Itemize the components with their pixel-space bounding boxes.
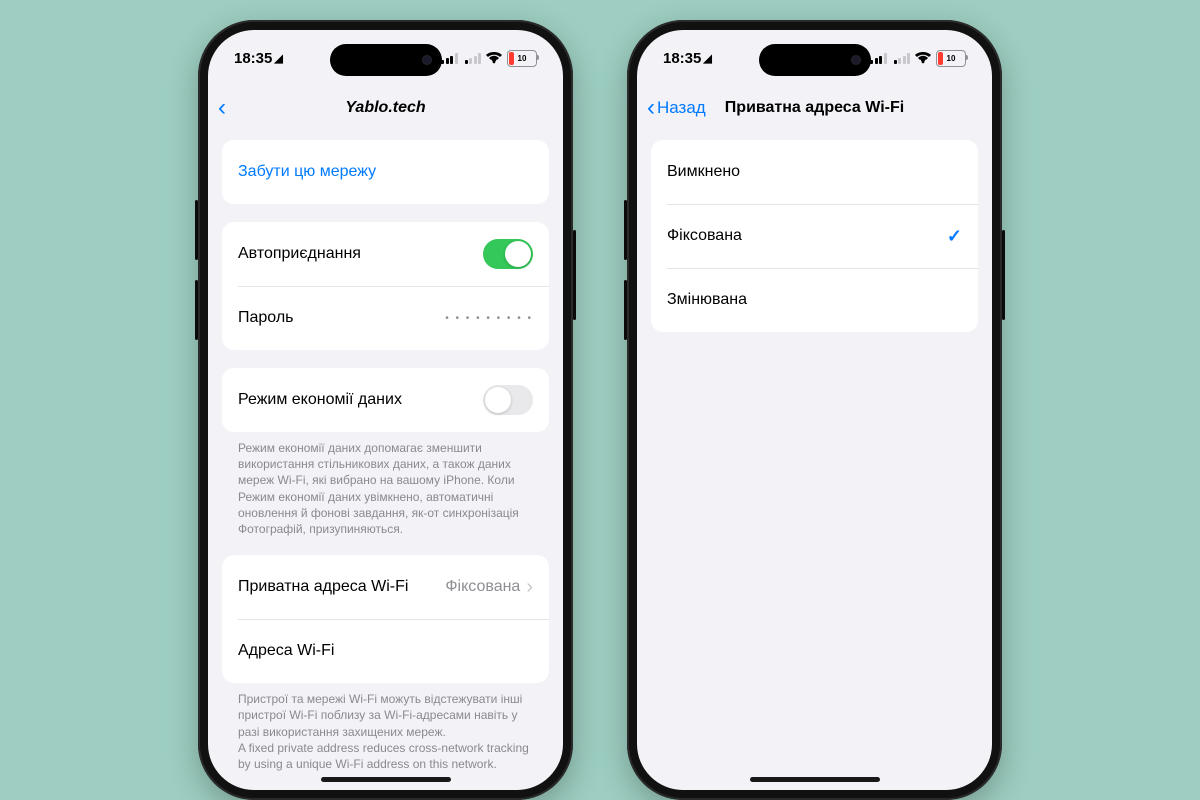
- forget-network-button[interactable]: Забути цю мережу: [222, 140, 549, 204]
- option-fixed-label: Фіксована: [667, 227, 742, 245]
- password-label: Пароль: [238, 309, 294, 327]
- battery-icon: 10: [507, 50, 537, 67]
- settings-content[interactable]: Забути цю мережу Автоприєднання Пароль •…: [208, 130, 563, 790]
- option-off[interactable]: Вимкнено: [651, 140, 978, 204]
- geo-icon: ◢: [274, 53, 282, 65]
- cellular-icon: [441, 53, 458, 64]
- wifi-address-row[interactable]: Адреса Wi-Fi: [222, 619, 549, 683]
- nav-bar: ‹Назад Приватна адреса Wi-Fi: [637, 86, 992, 130]
- wifi-address-label: Адреса Wi-Fi: [238, 642, 334, 660]
- password-row[interactable]: Пароль • • • • • • • • •: [222, 286, 549, 350]
- group-lowdata: Режим економії даних: [222, 368, 549, 432]
- lowdata-toggle[interactable]: [483, 385, 533, 415]
- cellular2-icon: [894, 53, 911, 64]
- option-fixed[interactable]: Фіксована ✓: [651, 204, 978, 268]
- checkmark-icon: ✓: [947, 226, 962, 247]
- wifi-icon: [915, 52, 931, 64]
- autojoin-row[interactable]: Автоприєднання: [222, 222, 549, 286]
- private-address-row[interactable]: Приватна адреса Wi-Fi Фіксована ›: [222, 555, 549, 619]
- status-time: 18:35◢: [663, 50, 712, 67]
- cellular-icon: [870, 53, 887, 64]
- wifi-address-description: Пристрої та мережі Wi-Fi можуть відстежу…: [222, 691, 549, 772]
- group-address: Приватна адреса Wi-Fi Фіксована › Адреса…: [222, 555, 549, 683]
- password-value: • • • • • • • • •: [445, 313, 533, 324]
- settings-content[interactable]: Вимкнено Фіксована ✓ Змінювана: [637, 130, 992, 790]
- back-button[interactable]: ‹Назад: [637, 96, 733, 120]
- screen: 18:35◢ 10 ‹ Yablo.tech Забути цю мережу: [208, 30, 563, 790]
- dynamic-island: [759, 44, 871, 76]
- status-time: 18:35◢: [234, 50, 283, 67]
- cellular2-icon: [465, 53, 482, 64]
- back-label: Назад: [657, 98, 706, 118]
- option-off-label: Вимкнено: [667, 163, 740, 181]
- option-rotating[interactable]: Змінювана: [651, 268, 978, 332]
- wifi-icon: [486, 52, 502, 64]
- geo-icon: ◢: [703, 53, 711, 65]
- phone-left: 18:35◢ 10 ‹ Yablo.tech Забути цю мережу: [198, 20, 573, 800]
- dynamic-island: [330, 44, 442, 76]
- screen: 18:35◢ 10 ‹Назад Приватна адреса Wi-Fi В…: [637, 30, 992, 790]
- autojoin-label: Автоприєднання: [238, 245, 361, 263]
- lowdata-description: Режим економії даних допомагає зменшити …: [222, 440, 549, 537]
- chevron-left-icon: ‹: [647, 96, 655, 120]
- back-button[interactable]: ‹: [208, 96, 304, 120]
- group-options: Вимкнено Фіксована ✓ Змінювана: [651, 140, 978, 332]
- home-indicator[interactable]: [321, 777, 451, 782]
- autojoin-toggle[interactable]: [483, 239, 533, 269]
- group-connection: Автоприєднання Пароль • • • • • • • • •: [222, 222, 549, 350]
- lowdata-row[interactable]: Режим економії даних: [222, 368, 549, 432]
- option-rotating-label: Змінювана: [667, 291, 747, 309]
- phone-right: 18:35◢ 10 ‹Назад Приватна адреса Wi-Fi В…: [627, 20, 1002, 800]
- chevron-left-icon: ‹: [218, 96, 226, 120]
- battery-icon: 10: [936, 50, 966, 67]
- lowdata-label: Режим економії даних: [238, 391, 402, 409]
- nav-bar: ‹ Yablo.tech: [208, 86, 563, 130]
- private-address-label: Приватна адреса Wi-Fi: [238, 578, 408, 596]
- private-address-value: Фіксована: [445, 578, 520, 596]
- group-forget: Забути цю мережу: [222, 140, 549, 204]
- home-indicator[interactable]: [750, 777, 880, 782]
- chevron-right-icon: ›: [526, 576, 533, 599]
